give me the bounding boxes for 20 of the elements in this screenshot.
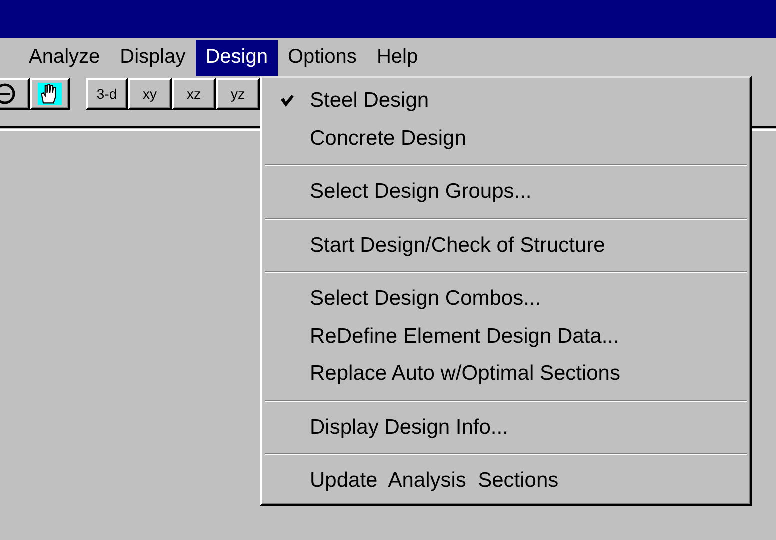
pan-button[interactable] xyxy=(30,78,70,110)
menu-item[interactable]: Design xyxy=(196,40,278,76)
menu-item[interactable]: Replace Auto w/Optimal Sections xyxy=(310,358,620,390)
menu-item[interactable]: Steel Design xyxy=(310,85,430,116)
menu-item[interactable]: ReDefine Element Design Data... xyxy=(310,320,620,352)
view-button[interactable]: 3-d xyxy=(86,78,128,110)
view-button[interactable]: yz xyxy=(216,78,260,110)
menu-item[interactable]: Concrete Design xyxy=(310,122,466,154)
hand-icon xyxy=(38,82,62,106)
menu-item[interactable]: Help xyxy=(366,40,428,76)
menu-item[interactable]: Select Design Combos... xyxy=(310,283,542,314)
view-button[interactable]: xz xyxy=(172,78,216,110)
menu-item[interactable]: Update Analysis Sections xyxy=(310,465,559,496)
menu-item[interactable]: Start Design/Check of Structure xyxy=(310,230,606,261)
menu-item[interactable]: Display Design Info... xyxy=(310,412,508,443)
menu-item[interactable]: Options xyxy=(278,40,367,76)
view-button[interactable]: xy xyxy=(128,78,172,110)
menu-item[interactable]: Display xyxy=(110,40,196,76)
menu-item[interactable]: Analyze xyxy=(19,40,110,76)
menu-item[interactable]: Select Design Groups... xyxy=(310,176,532,208)
